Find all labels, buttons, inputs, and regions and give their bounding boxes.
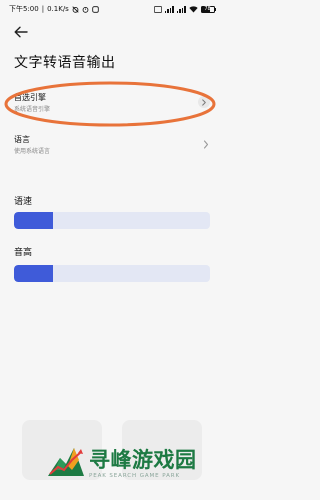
signal-icon <box>164 5 174 13</box>
preferred-engine-value: 系统语音引擎 <box>14 106 51 113</box>
back-button[interactable] <box>12 24 30 40</box>
bottom-card <box>122 420 202 480</box>
network-speed: 0.1K/s <box>47 5 69 13</box>
status-time: 下午5:00 <box>9 5 39 13</box>
pitch-slider[interactable] <box>14 265 210 282</box>
preferred-engine-item[interactable]: 首选引擎 系统语音引擎 <box>0 86 224 120</box>
status-bar: 下午5:00 | 0.1K/s 78 <box>0 0 224 18</box>
speech-rate-slider[interactable] <box>14 212 210 229</box>
language-title: 语言 <box>14 135 30 144</box>
battery-level: 78 <box>204 5 211 12</box>
pitch-label: 音高 <box>14 248 33 258</box>
pitch-fill <box>14 265 54 282</box>
preferred-engine-title: 首选引擎 <box>14 93 46 102</box>
wifi-icon <box>188 5 198 12</box>
signal-icon-2 <box>176 5 186 13</box>
speech-rate-fill <box>14 212 54 229</box>
battery-icon: 78 <box>200 5 216 13</box>
chevron-right-icon <box>198 96 210 108</box>
alarm-clock-icon <box>82 6 89 13</box>
hd-icon <box>153 5 162 13</box>
speech-rate-label: 语速 <box>14 197 33 207</box>
arrow-left-icon <box>14 26 28 38</box>
status-left: 下午5:00 | 0.1K/s <box>9 4 99 14</box>
notification-icon <box>92 5 99 13</box>
language-value: 使用系统语言 <box>14 148 51 155</box>
language-item[interactable]: 语言 使用系统语言 <box>0 128 224 162</box>
page-title: 文字转语音输出 <box>14 55 116 71</box>
alarm-off-icon <box>72 5 79 13</box>
chevron-right-icon <box>200 138 212 150</box>
bottom-card <box>22 420 102 480</box>
status-right: 78 <box>153 5 216 13</box>
status-separator: | <box>41 5 45 13</box>
